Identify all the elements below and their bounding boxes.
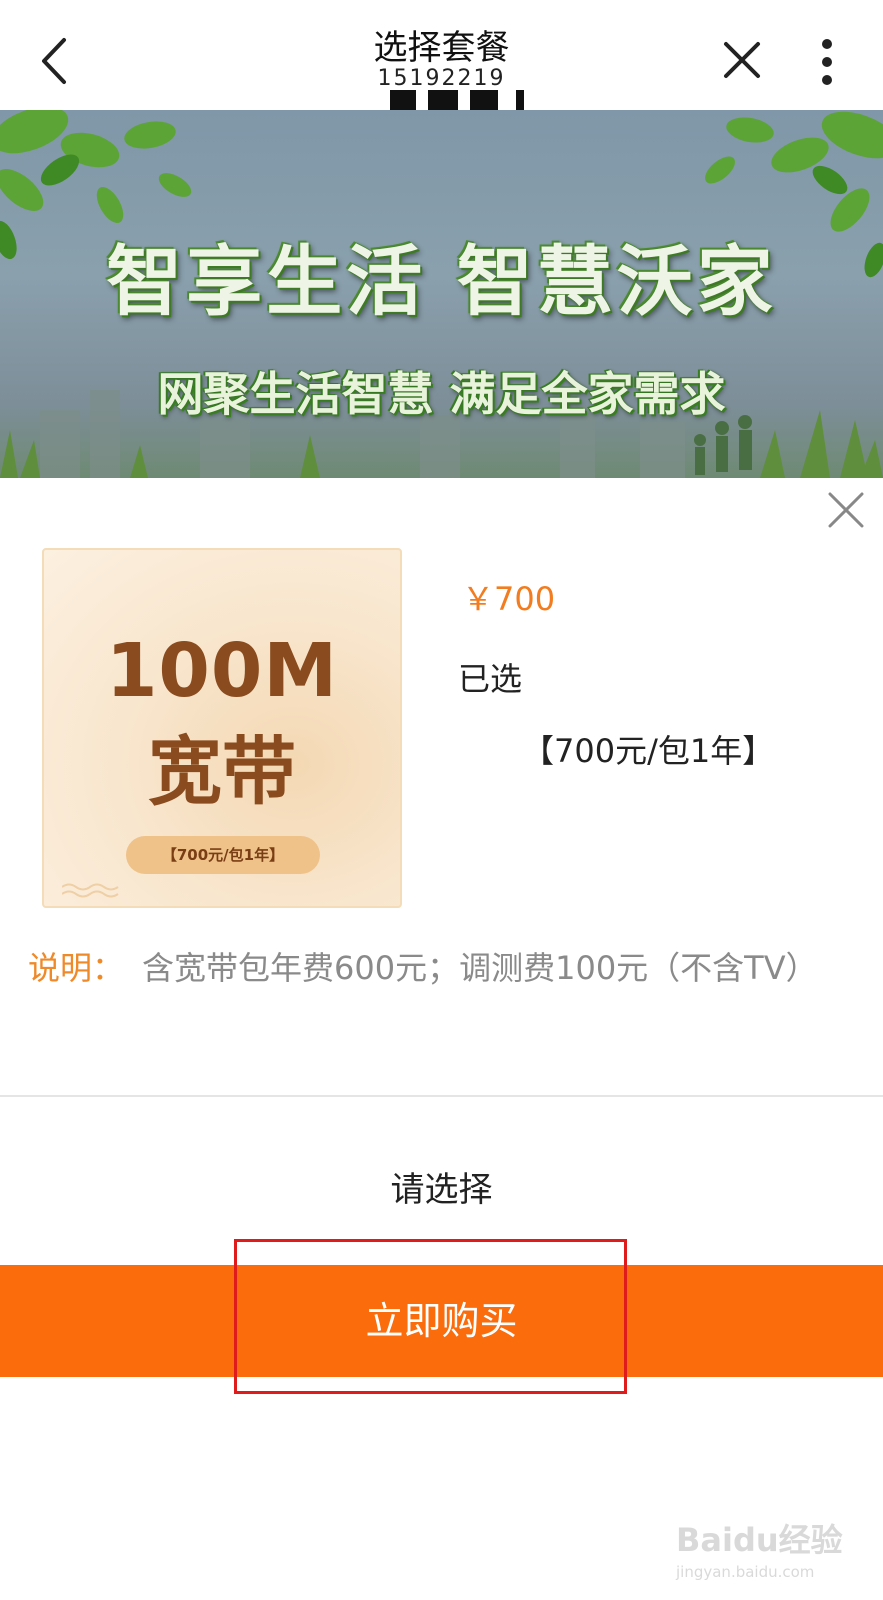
close-icon[interactable] [722, 40, 762, 80]
wave-decoration-icon [62, 883, 119, 898]
watermark-url: jingyan.baidu.com [676, 1563, 815, 1581]
card-type-label: 宽带 [148, 729, 296, 815]
baidu-watermark: Baidu经验 jingyan.baidu.com [676, 1505, 866, 1590]
selected-plan-value: 【700元/包1年】 [522, 732, 775, 770]
description-label: 说明： [28, 949, 125, 987]
selected-label: 已选 [458, 660, 523, 698]
card-speed-label: 100M [105, 628, 339, 714]
redaction-mask [390, 90, 540, 110]
watermark-text: Baidu经验 [676, 1521, 843, 1559]
card-plan-pill: 【700元/包1年】 [126, 836, 320, 874]
description-text: 含宽带包年费600元；调测费100元（不含TV） [142, 949, 818, 987]
product-image-card: 100M 宽带 【700元/包1年】 [42, 548, 402, 908]
more-options-icon[interactable] [815, 34, 839, 90]
price: ￥700 [462, 580, 556, 618]
banner-title: 智享生活 智慧沃家 [106, 237, 777, 326]
plan-description: 说明： 含宽带包年费600元；调测费100元（不含TV） [28, 946, 828, 990]
banner-subtitle: 网聚生活智慧 满足全家需求 [157, 367, 726, 421]
choose-option-prompt[interactable]: 请选择 [0, 1162, 883, 1211]
app-header: 选择套餐 15192219 [0, 0, 883, 110]
divider [0, 1095, 883, 1097]
panel-close-icon[interactable] [826, 490, 866, 530]
buy-now-button[interactable]: 立即购买 [0, 1265, 883, 1377]
promo-banner[interactable]: 智享生活 智慧沃家 网聚生活智慧 满足全家需求 [0, 110, 883, 478]
